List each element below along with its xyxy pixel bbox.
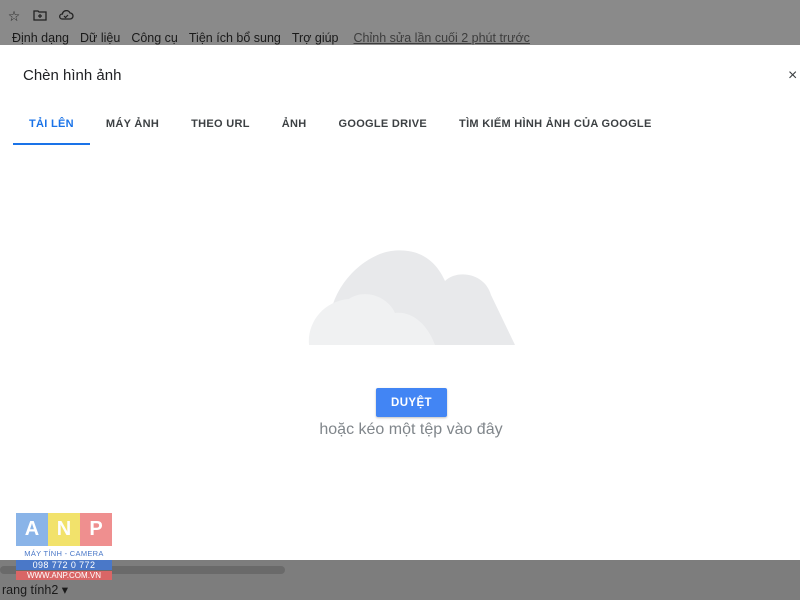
tab-photos[interactable]: ẢNH: [266, 111, 323, 143]
menu-addons[interactable]: Tiện ích bổ sung: [189, 31, 281, 45]
anp-watermark-logo: A N P MÁY TÍNH - CAMERA 098 772 0 772 WW…: [16, 513, 112, 580]
upload-cloud-icon: [308, 250, 515, 345]
dialog-tabs: TẢI LÊN MÁY ẢNH THEO URL ẢNH GOOGLE DRIV…: [13, 111, 668, 145]
sheet-tab[interactable]: rang tính2 ▾: [2, 582, 68, 597]
sheet-bar: rang tính2 ▾: [0, 560, 800, 600]
tab-google-drive[interactable]: GOOGLE DRIVE: [322, 111, 443, 143]
watermark-letter-n: N: [48, 513, 80, 546]
last-edit-link[interactable]: Chỉnh sửa lần cuối 2 phút trước: [354, 31, 530, 45]
menu-format[interactable]: Định dạng: [12, 31, 69, 45]
app-toolbar-icons: ☆: [6, 8, 74, 24]
app-menu-bar: Định dạng Dữ liệu Công cụ Tiện ích bổ su…: [12, 31, 541, 45]
watermark-letters: A N P: [16, 513, 112, 546]
drop-hint: hoặc kéo một tệp vào đây: [319, 421, 503, 438]
tab-google-image-search[interactable]: TÌM KIẾM HÌNH ẢNH CỦA GOOGLE: [443, 111, 668, 143]
watermark-phone: 098 772 0 772: [16, 560, 112, 570]
menu-data[interactable]: Dữ liệu: [80, 31, 120, 45]
watermark-letter-a: A: [16, 513, 48, 546]
tab-camera[interactable]: MÁY ẢNH: [90, 111, 175, 143]
watermark-subtitle: MÁY TÍNH - CAMERA: [24, 549, 104, 558]
menu-help[interactable]: Trợ giúp: [292, 31, 339, 45]
watermark-letter-p: P: [80, 513, 112, 546]
menu-tools[interactable]: Công cụ: [131, 31, 178, 45]
cloud-status-icon[interactable]: [58, 8, 74, 24]
tab-by-url[interactable]: THEO URL: [175, 111, 266, 143]
close-icon[interactable]: ×: [788, 67, 800, 85]
insert-image-dialog: Chèn hình ảnh × TẢI LÊN MÁY ẢNH THEO URL…: [0, 45, 800, 560]
watermark-url: WWW.ANP.COM.VN: [16, 571, 112, 580]
tab-upload[interactable]: TẢI LÊN: [13, 111, 90, 145]
star-icon[interactable]: ☆: [6, 8, 22, 24]
move-to-folder-icon[interactable]: [32, 8, 48, 24]
browse-button[interactable]: DUYỆT: [376, 388, 447, 417]
dialog-title: Chèn hình ảnh: [23, 67, 122, 84]
